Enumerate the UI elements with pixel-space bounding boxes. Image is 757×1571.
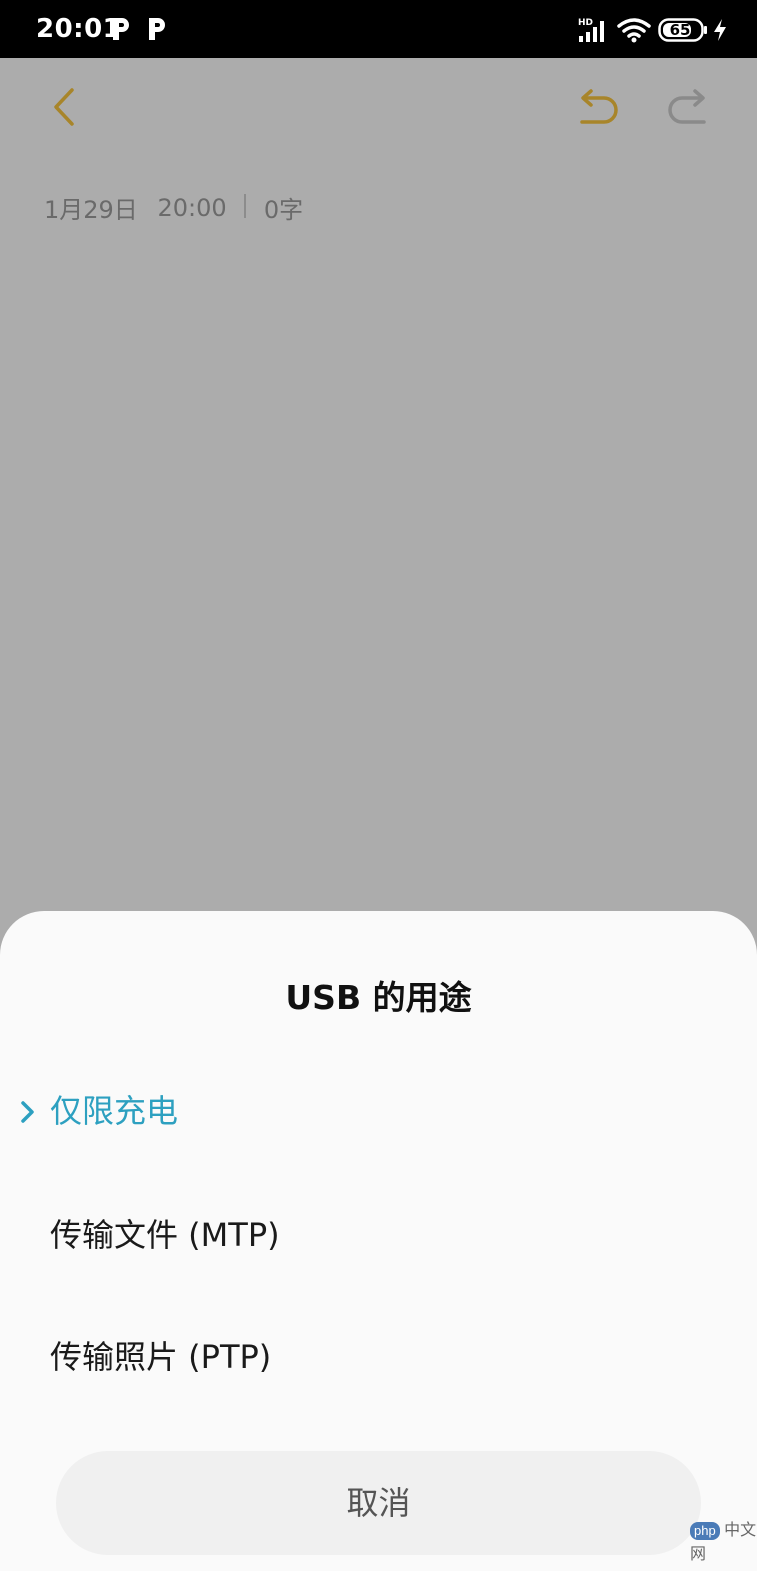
- watermark-badge: php: [690, 1522, 720, 1540]
- status-time: 20:01: [36, 14, 122, 44]
- option-label: 传输文件 (MTP): [50, 1216, 280, 1254]
- hd-signal-icon: HD: [578, 18, 604, 42]
- undo-button[interactable]: [574, 86, 624, 130]
- sheet-title: USB 的用途: [285, 978, 472, 1017]
- word-count: 0字: [263, 196, 304, 224]
- note-time: 20:00: [157, 193, 227, 222]
- chevron-right-icon: [21, 1101, 34, 1123]
- note-date: 1月29日: [44, 196, 138, 224]
- option-charge-only[interactable]: 仅限充电: [0, 1071, 757, 1151]
- note-meta: 1月29日 20:00 0字: [44, 190, 303, 225]
- redo-icon: [668, 89, 706, 124]
- chevron-left-icon: [54, 88, 74, 126]
- battery-icon: 65: [658, 18, 708, 42]
- charging-bolt-icon: [714, 19, 726, 41]
- watermark: php 中文网: [690, 1516, 757, 1564]
- cancel-button[interactable]: 取消: [56, 1451, 701, 1555]
- svg-text:HD: HD: [578, 18, 593, 28]
- option-transfer-photos[interactable]: 传输照片 (PTP): [0, 1317, 757, 1397]
- p-notification-icon: [113, 18, 129, 40]
- meta-divider: [244, 193, 247, 218]
- option-label: 传输照片 (PTP): [50, 1338, 272, 1376]
- back-button[interactable]: [44, 84, 84, 130]
- status-bar: 20:01 HD 65: [0, 0, 757, 58]
- wifi-icon: [617, 18, 651, 43]
- battery-level: 65: [669, 21, 691, 39]
- p-notification-icon: [149, 18, 165, 40]
- option-transfer-files[interactable]: 传输文件 (MTP): [0, 1195, 757, 1275]
- undo-icon: [580, 89, 618, 124]
- redo-button[interactable]: [662, 86, 712, 130]
- option-label: 仅限充电: [50, 1092, 179, 1130]
- cancel-label: 取消: [346, 1484, 411, 1522]
- usb-mode-sheet: USB 的用途 仅限充电 传输文件 (MTP) 传输照片 (PTP) 取消: [0, 911, 757, 1571]
